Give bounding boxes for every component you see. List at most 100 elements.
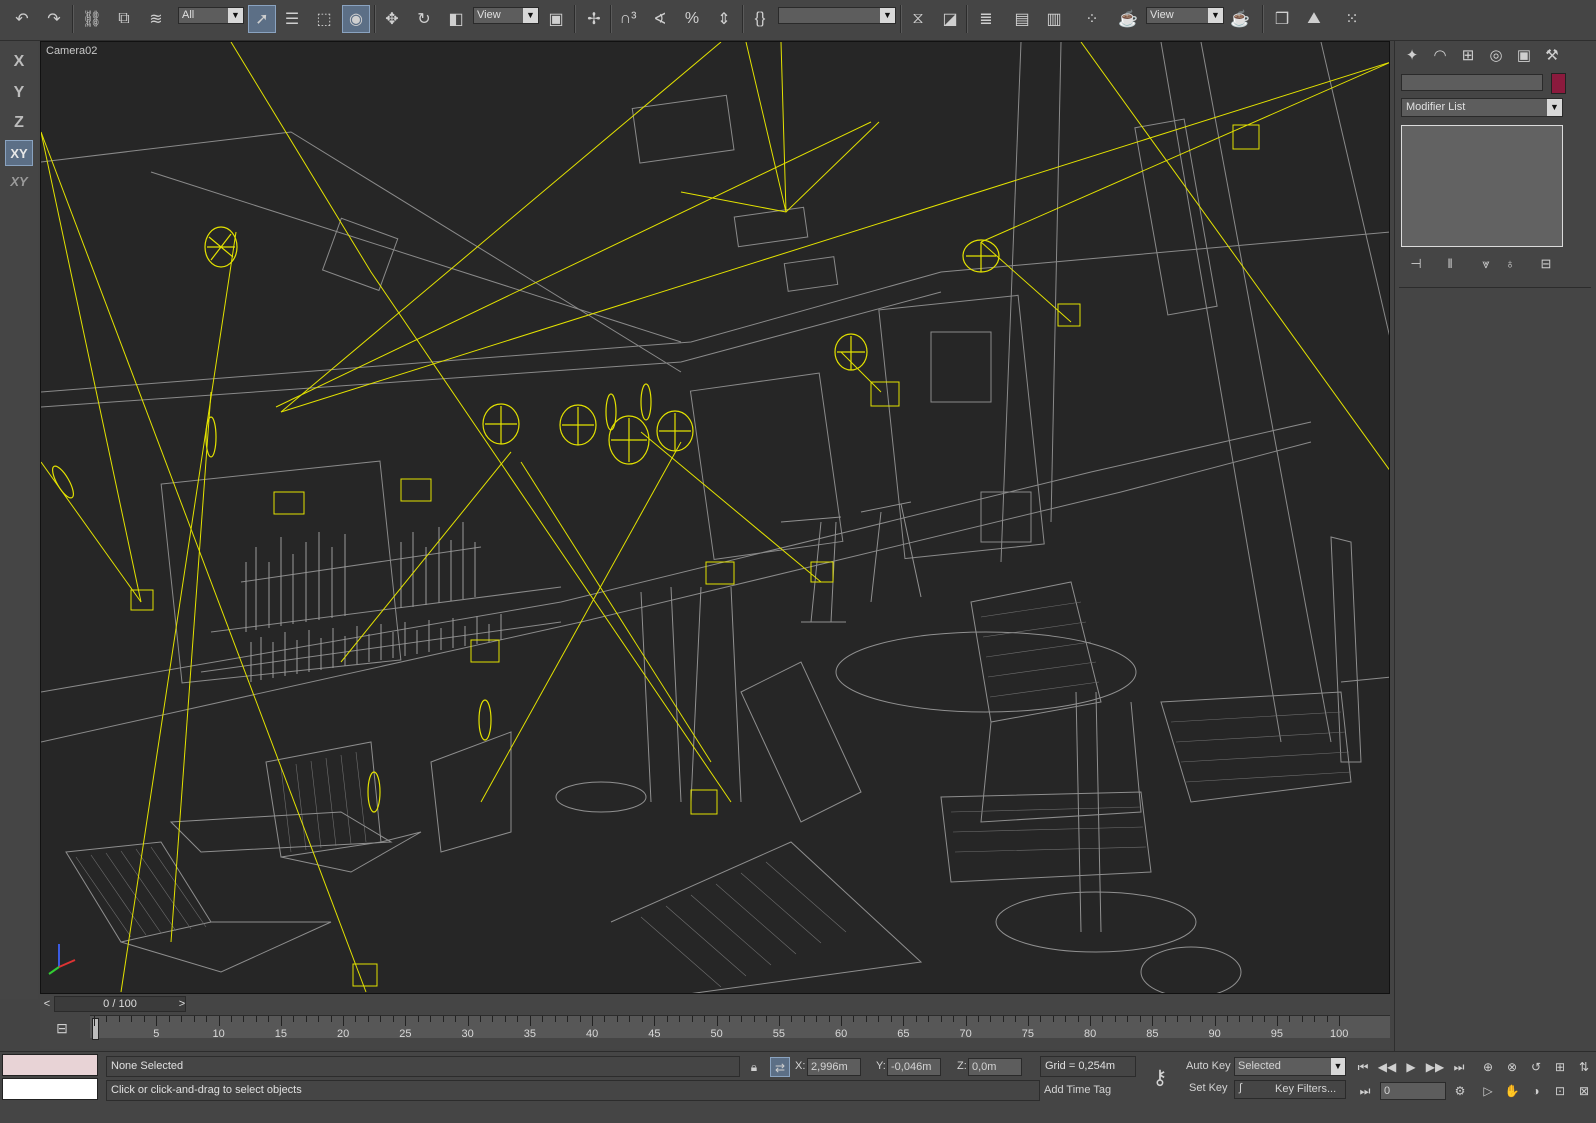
pin-stack-icon[interactable]: ⊣ bbox=[1405, 253, 1427, 275]
dolly-icon[interactable]: ⇅ bbox=[1574, 1057, 1594, 1077]
orbit-camera-icon[interactable]: ◑ bbox=[1526, 1081, 1546, 1101]
restrict-y-button[interactable]: Y bbox=[5, 80, 33, 106]
angle-snap-icon[interactable]: ∢ bbox=[646, 5, 674, 33]
current-frame-input[interactable]: 0 bbox=[1380, 1082, 1446, 1100]
render-setup-icon[interactable]: ☕ bbox=[1114, 5, 1142, 33]
maxscript-listener-white[interactable] bbox=[2, 1078, 98, 1100]
track-bar-strip[interactable]: 5 10 15 20 25 30 35 40 45 50 55 60 65 70 75 80 85 90 95 100 bbox=[90, 1015, 1390, 1040]
hierarchy-tab-icon[interactable]: ⊞ bbox=[1455, 43, 1481, 69]
remove-modifier-icon[interactable]: ♁ bbox=[1499, 253, 1521, 275]
window-crossing-icon[interactable]: ◉ bbox=[342, 5, 370, 33]
viewport-label[interactable]: Camera02 bbox=[46, 45, 97, 57]
configure-modifier-sets-icon[interactable]: ⊟ bbox=[1535, 253, 1557, 275]
go-to-end-icon[interactable]: ⏭ bbox=[1449, 1057, 1469, 1077]
layer-manager-icon[interactable]: ≣ bbox=[972, 5, 1000, 33]
named-selection-sets-dropdown[interactable]: ▼ bbox=[778, 7, 896, 24]
orbit-icon[interactable]: ↺ bbox=[1526, 1057, 1546, 1077]
select-and-scale-icon[interactable]: ◧ bbox=[442, 5, 470, 33]
absolute-mode-icon[interactable]: ⇄ bbox=[770, 1057, 790, 1077]
edit-named-selections-icon[interactable]: {} bbox=[746, 5, 774, 33]
select-by-name-icon[interactable]: ☰ bbox=[278, 5, 306, 33]
z-coord-input[interactable]: 0,0m bbox=[968, 1058, 1022, 1076]
select-and-rotate-icon[interactable]: ↻ bbox=[410, 5, 438, 33]
select-and-move-icon[interactable]: ✥ bbox=[378, 5, 406, 33]
unlink-selection-icon[interactable]: ⧉ bbox=[110, 5, 138, 33]
manipulate-icon[interactable]: ✢ bbox=[580, 5, 608, 33]
zoom-extents-icon[interactable]: ⊞ bbox=[1550, 1057, 1570, 1077]
next-key-icon[interactable]: ▶▶ bbox=[1425, 1057, 1445, 1077]
modifier-list-dropdown[interactable]: Modifier List ▼ bbox=[1401, 98, 1563, 117]
percent-snap-icon[interactable]: % bbox=[678, 5, 706, 33]
spinner-snap-icon[interactable]: ⇕ bbox=[710, 5, 738, 33]
add-time-tag-button[interactable]: Add Time Tag bbox=[1044, 1084, 1111, 1096]
terrain-icon[interactable]: ⛰ bbox=[1300, 5, 1328, 33]
key-filters-button[interactable]: ∫ Key Filters... bbox=[1234, 1080, 1346, 1099]
track-tick-label: 100 bbox=[1330, 1028, 1349, 1040]
track-tick-label: 40 bbox=[586, 1028, 599, 1040]
maxscript-listener-pink[interactable] bbox=[2, 1054, 98, 1076]
z-coord-label: Z: bbox=[957, 1060, 967, 1072]
x-coord-input[interactable]: 2,996m bbox=[807, 1058, 861, 1076]
utilities-tab-icon[interactable]: ⚒ bbox=[1539, 43, 1565, 69]
mirror-icon[interactable]: ⧖ bbox=[904, 5, 932, 33]
use-pivot-center-icon[interactable]: ▣ bbox=[542, 5, 570, 33]
render-view-dropdown[interactable]: View ▼ bbox=[1146, 7, 1224, 24]
previous-key-icon[interactable]: ◀◀ bbox=[1377, 1057, 1397, 1077]
object-color-swatch[interactable] bbox=[1551, 73, 1566, 94]
redo-icon[interactable]: ↷ bbox=[40, 5, 68, 33]
quick-render-icon[interactable]: ☕ bbox=[1226, 5, 1254, 33]
object-name-field[interactable] bbox=[1401, 74, 1543, 91]
walk-through-icon[interactable]: ⊠ bbox=[1574, 1081, 1594, 1101]
bind-to-space-warp-icon[interactable]: ≋ bbox=[142, 5, 170, 33]
field-of-view-icon[interactable]: ▷ bbox=[1478, 1081, 1498, 1101]
time-configuration-icon[interactable]: ⚙ bbox=[1450, 1081, 1470, 1101]
pan-view-icon[interactable]: ✋ bbox=[1502, 1081, 1522, 1101]
previous-frame-button[interactable]: < bbox=[42, 997, 52, 1011]
show-end-result-icon[interactable]: ‖ bbox=[1439, 253, 1461, 275]
restrict-xy-button[interactable]: XY bbox=[5, 140, 33, 166]
restrict-xy-plane-button[interactable]: XY bbox=[5, 169, 33, 195]
schematic-view-icon[interactable]: ▥ bbox=[1040, 5, 1068, 33]
set-key-button[interactable]: Set Key bbox=[1189, 1082, 1228, 1094]
go-to-start-icon[interactable]: ⏮ bbox=[1353, 1057, 1373, 1077]
restrict-z-button[interactable]: Z bbox=[5, 110, 33, 136]
curve-editor-icon[interactable]: ▤ bbox=[1008, 5, 1036, 33]
maximize-viewport-icon[interactable]: ⊡ bbox=[1550, 1081, 1570, 1101]
modifier-stack-list[interactable] bbox=[1401, 125, 1563, 247]
set-key-icon[interactable]: ⚷ bbox=[1144, 1066, 1176, 1090]
next-frame-button[interactable]: > bbox=[177, 997, 187, 1011]
motion-tab-icon[interactable]: ◎ bbox=[1483, 43, 1509, 69]
display-tab-icon[interactable]: ▣ bbox=[1511, 43, 1537, 69]
particle-view-icon[interactable]: ⁙ bbox=[1338, 5, 1366, 33]
restrict-x-button[interactable]: X bbox=[5, 49, 33, 75]
auto-key-button[interactable]: Auto Key bbox=[1186, 1060, 1231, 1072]
time-slider-thumb[interactable]: 0 / 100 bbox=[54, 996, 186, 1012]
mini-curve-editor-icon[interactable]: ⊟ bbox=[50, 1017, 74, 1039]
track-tick bbox=[1139, 1016, 1141, 1022]
select-and-link-icon[interactable]: ⛓ bbox=[78, 5, 106, 33]
zoom-icon[interactable]: ⊕ bbox=[1478, 1057, 1498, 1077]
track-bar[interactable]: ⊟ 5 10 15 20 25 30 35 40 45 50 55 60 65 70 75 80 85 90 95 1… bbox=[40, 1013, 1390, 1049]
select-object-icon[interactable]: ➚ bbox=[248, 5, 276, 33]
key-filters-icon: ∫ bbox=[1239, 1082, 1243, 1094]
align-icon[interactable]: ◪ bbox=[936, 5, 964, 33]
undo-icon[interactable]: ↶ bbox=[8, 5, 36, 33]
key-mode-toggle-icon[interactable]: ⏭ bbox=[1355, 1081, 1375, 1101]
key-mode-dropdown[interactable]: Selected ▼ bbox=[1234, 1057, 1346, 1076]
selection-filter-dropdown[interactable]: All ▼ bbox=[178, 7, 244, 24]
lock-selection-icon[interactable]: 🔒︎ bbox=[744, 1057, 764, 1077]
play-icon[interactable]: ▶ bbox=[1401, 1057, 1421, 1077]
create-tab-icon[interactable]: ✦ bbox=[1399, 43, 1425, 69]
open-scene-icon[interactable]: ❒ bbox=[1268, 5, 1296, 33]
camera-viewport[interactable]: Camera02 bbox=[40, 41, 1390, 994]
zoom-all-icon[interactable]: ⊗ bbox=[1502, 1057, 1522, 1077]
snaps-toggle-icon[interactable]: ∩³ bbox=[614, 5, 642, 33]
rectangular-selection-icon[interactable]: ⬚ bbox=[310, 5, 338, 33]
material-editor-icon[interactable]: ⁘ bbox=[1078, 5, 1106, 33]
time-slider[interactable]: < 0 / 100 > bbox=[40, 995, 1390, 1013]
make-unique-icon[interactable]: ⩔ bbox=[1475, 253, 1497, 275]
modify-tab-icon[interactable]: ◠ bbox=[1427, 43, 1453, 69]
chevron-down-icon: ▼ bbox=[523, 8, 538, 23]
y-coord-input[interactable]: -0,046m bbox=[887, 1058, 941, 1076]
reference-coordinate-dropdown[interactable]: View ▼ bbox=[473, 7, 539, 24]
